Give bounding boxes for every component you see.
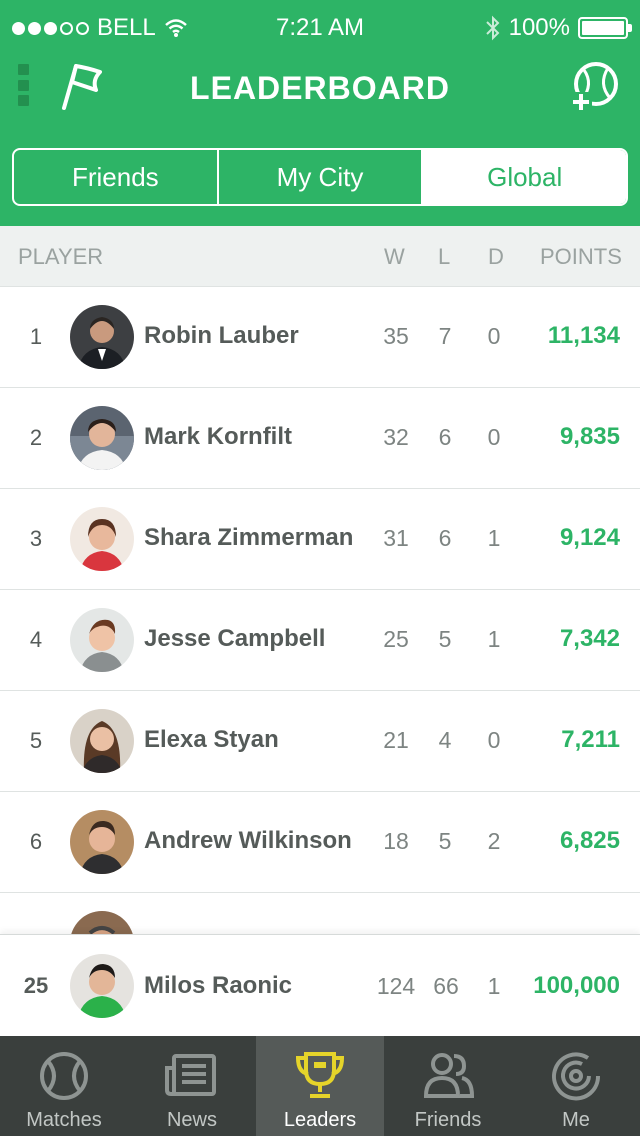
avatar <box>70 608 134 672</box>
rank: 4 <box>29 627 43 652</box>
rank: 25 <box>23 973 49 998</box>
points: 7,342 <box>559 625 620 652</box>
newspaper-icon <box>165 1054 216 1096</box>
draws: 1 <box>487 973 501 999</box>
player-name: Andrew Wilkinson <box>144 827 352 854</box>
avatar <box>70 305 134 369</box>
avatar <box>70 911 134 935</box>
bluetooth-icon <box>485 15 500 41</box>
draws: 0 <box>487 727 501 753</box>
draws: 1 <box>487 525 501 551</box>
column-header: PLAYER W L D POINTS <box>0 226 640 287</box>
rank: 3 <box>29 526 43 551</box>
segment-global[interactable]: Global <box>423 150 626 204</box>
page-title: LEADERBOARD <box>190 70 450 106</box>
player-name: Shara Zimmerman <box>144 524 354 551</box>
wins: 32 <box>383 424 409 450</box>
tab-bar: Matches News Leaders Friends Me <box>0 1036 640 1136</box>
segment-my-city[interactable]: My City <box>219 150 424 204</box>
draws: 2 <box>487 828 501 854</box>
points: 7,211 <box>561 726 620 753</box>
losses: 6 <box>438 525 452 551</box>
nav-bar: LEADERBOARD <box>0 56 640 124</box>
column-points: POINTS <box>540 244 622 269</box>
tab-friends[interactable]: Friends <box>384 1036 512 1136</box>
tab-news[interactable]: News <box>128 1036 256 1136</box>
tab-label: Matches <box>26 1109 102 1131</box>
losses: 66 <box>433 973 459 999</box>
tab-me[interactable]: Me <box>512 1036 640 1136</box>
trophy-icon <box>295 1052 345 1098</box>
wins: 18 <box>383 828 409 854</box>
tennis-ball-icon <box>40 1052 88 1100</box>
points: 9,124 <box>559 524 620 551</box>
tab-matches[interactable]: Matches <box>0 1036 128 1136</box>
avatar <box>70 709 134 773</box>
rank: 2 <box>29 425 43 450</box>
scope-segmented-control: Friends My City Global <box>12 148 628 206</box>
table-row[interactable]: 3 Shara Zimmerman 31 6 1 9,124 <box>0 489 640 590</box>
points: 6,825 <box>559 827 620 854</box>
rank: 5 <box>29 728 43 753</box>
wins: 25 <box>383 626 409 652</box>
player-name: Robin Lauber <box>144 322 299 349</box>
table-row[interactable]: 5 Elexa Styan 21 4 0 7,211 <box>0 691 640 792</box>
losses: 4 <box>438 727 452 753</box>
losses: 7 <box>438 323 452 349</box>
column-l: L <box>438 244 451 269</box>
draws: 1 <box>487 626 501 652</box>
avatar <box>70 406 134 470</box>
tab-leaders[interactable]: Leaders <box>256 1036 384 1136</box>
avatar <box>70 954 134 1018</box>
losses: 6 <box>438 424 452 450</box>
tab-label: News <box>166 1109 217 1131</box>
wins: 31 <box>383 525 409 551</box>
player-name: Milos Raonic <box>144 972 293 999</box>
status-bar: BELL 7:21 AM 100% <box>0 0 640 56</box>
me-icon <box>552 1052 601 1101</box>
points: 11,134 <box>547 322 620 349</box>
tab-label: Me <box>562 1109 590 1131</box>
tab-label: Friends <box>414 1109 482 1131</box>
player-name: Jesse Campbell <box>144 625 326 652</box>
column-w: W <box>384 244 405 269</box>
add-match-icon[interactable] <box>566 58 622 114</box>
battery-percent: 100% <box>508 14 570 41</box>
table-row[interactable]: 2 Mark Kornfilt 32 6 0 9,835 <box>0 388 640 489</box>
rank: 1 <box>29 324 43 349</box>
points: 9,835 <box>559 423 620 450</box>
battery-icon <box>578 17 632 39</box>
column-d: D <box>488 244 504 269</box>
header: BELL 7:21 AM 100% LEADERBOARD Friends My… <box>0 0 640 226</box>
losses: 5 <box>438 828 452 854</box>
wins: 124 <box>376 973 416 999</box>
tab-label: Leaders <box>283 1109 357 1131</box>
rank: 6 <box>29 829 43 854</box>
wins: 35 <box>383 323 409 349</box>
points: 100,000 <box>533 972 620 999</box>
table-row-partial[interactable] <box>0 893 640 935</box>
table-row[interactable]: 4 Jesse Campbell 25 5 1 7,342 <box>0 590 640 691</box>
wins: 21 <box>383 727 409 753</box>
player-name: Mark Kornfilt <box>144 423 293 450</box>
avatar <box>70 810 134 874</box>
segment-friends[interactable]: Friends <box>14 150 219 204</box>
draws: 0 <box>487 323 501 349</box>
player-name: Elexa Styan <box>144 726 279 753</box>
my-ranking-row[interactable]: 25 Milos Raonic 124 66 1 100,000 <box>0 934 640 1036</box>
avatar <box>70 507 134 571</box>
friends-icon <box>423 1053 475 1098</box>
losses: 5 <box>438 626 452 652</box>
column-player: PLAYER <box>18 244 104 269</box>
table-row[interactable]: 6 Andrew Wilkinson 18 5 2 6,825 <box>0 792 640 893</box>
table-row[interactable]: 1 Robin Lauber 35 7 0 11,134 <box>0 287 640 388</box>
draws: 0 <box>487 424 501 450</box>
